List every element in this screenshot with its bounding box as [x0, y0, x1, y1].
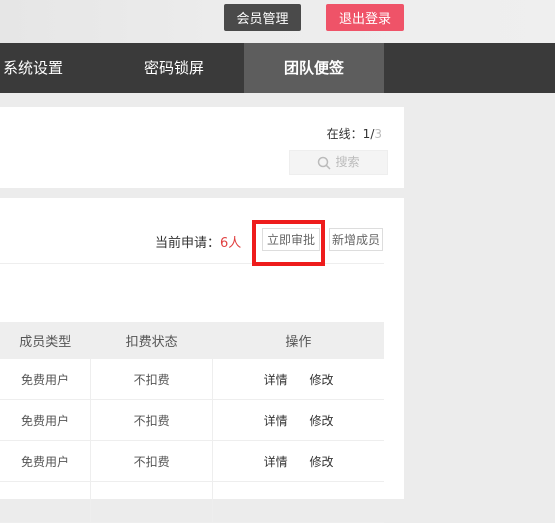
charge-status-cell: 不扣费 [90, 440, 214, 482]
table-header-row: 成员类型 扣费状态 操作 [0, 322, 384, 359]
table-row: 免费用户 不扣费 详情 修改 [0, 399, 384, 441]
charge-status-cell: 不扣费 [90, 359, 214, 400]
table-row: 免费用户 不扣费 详情 修改 [0, 440, 384, 482]
detail-link[interactable]: 详情 [264, 455, 288, 469]
empty-cell [90, 481, 214, 523]
search-icon [318, 156, 332, 170]
online-total: 3 [374, 127, 382, 141]
edit-link[interactable]: 修改 [310, 414, 334, 428]
operations-cell: 详情 修改 [212, 399, 384, 441]
detail-link[interactable]: 详情 [264, 373, 288, 387]
online-status: 在线：1/3 [327, 125, 382, 142]
top-bar: 会员管理 退出登录 [0, 0, 555, 43]
online-label: 在线： [326, 127, 363, 141]
edit-link[interactable]: 修改 [310, 373, 334, 387]
members-table: 成员类型 扣费状态 操作 免费用户 不扣费 详情 修改 免费用户 不扣费 详情 … [0, 322, 384, 523]
edit-link[interactable]: 修改 [310, 455, 334, 469]
logout-button[interactable]: 退出登录 [326, 4, 404, 31]
current-applications: 当前申请：6人 [155, 232, 241, 251]
empty-cell [0, 481, 92, 523]
apply-label: 当前申请： [155, 236, 221, 251]
status-panel: 在线：1/3 搜索 [0, 107, 404, 188]
divider [0, 263, 384, 264]
member-type-cell: 免费用户 [0, 359, 92, 400]
operations-cell: 详情 修改 [212, 440, 384, 482]
charge-status-cell: 不扣费 [90, 399, 214, 441]
header-member-type: 成员类型 [0, 322, 91, 359]
header-operations: 操作 [212, 322, 384, 359]
member-type-cell: 免费用户 [0, 399, 92, 441]
nav-bar: 系统设置 密码锁屏 团队便签 [0, 43, 555, 93]
header-charge-status: 扣费状态 [90, 322, 213, 359]
apply-count: 6人 [220, 236, 242, 251]
operations-cell: 详情 修改 [212, 359, 384, 400]
table-row [0, 481, 384, 523]
nav-item-team-notes[interactable]: 团队便签 [244, 43, 384, 93]
empty-cell [212, 481, 384, 523]
member-type-cell: 免费用户 [0, 440, 92, 482]
detail-link[interactable]: 详情 [264, 414, 288, 428]
nav-item-system-settings[interactable]: 系统设置 [0, 43, 103, 93]
member-manage-button[interactable]: 会员管理 [224, 4, 301, 31]
table-row: 免费用户 不扣费 详情 修改 [0, 359, 384, 400]
search-button[interactable]: 搜索 [289, 150, 388, 175]
members-panel: 当前申请：6人 立即审批 新增成员 成员类型 扣费状态 操作 免费用户 不扣费 … [0, 198, 404, 523]
add-member-button[interactable]: 新增成员 [329, 228, 383, 251]
search-label: 搜索 [335, 155, 360, 169]
nav-item-password-lock[interactable]: 密码锁屏 [124, 43, 224, 93]
approve-now-button[interactable]: 立即审批 [262, 228, 320, 251]
